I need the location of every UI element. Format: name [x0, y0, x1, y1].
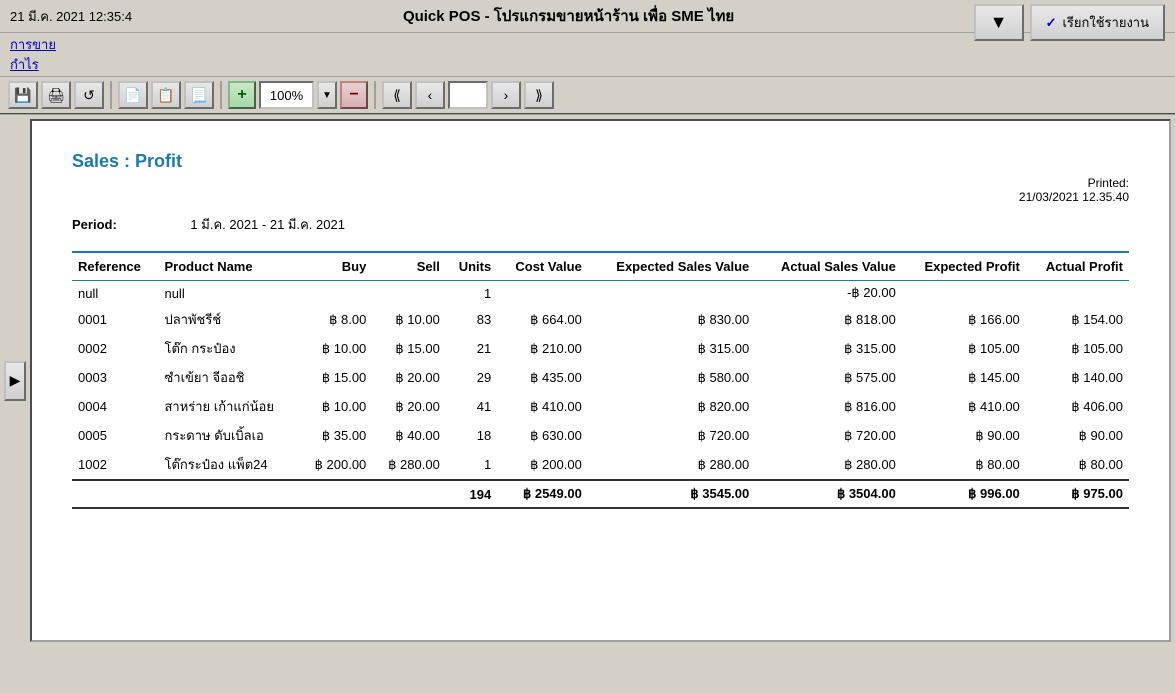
total-units: 194 — [446, 480, 497, 508]
period-value: 1 มี.ค. 2021 - 21 มี.ค. 2021 — [190, 217, 345, 232]
total-label — [72, 480, 446, 508]
refresh-icon: ↺ — [83, 87, 95, 104]
table-row: nullnull1-฿ 20.00 — [72, 281, 1129, 306]
table-row: 0003ซำเข้ยา จีออชิ฿ 15.00฿ 20.0029฿ 435.… — [72, 363, 1129, 392]
nav-last-button[interactable]: ⟫ — [524, 81, 554, 109]
period-label: Period: — [72, 217, 117, 232]
page-number-input[interactable] — [448, 81, 488, 109]
col-actual-profit: Actual Profit — [1026, 252, 1129, 281]
save-icon: 💾 — [14, 87, 31, 104]
total-expected-sales: ฿ 3545.00 — [588, 480, 755, 508]
col-actual-sales: Actual Sales Value — [755, 252, 902, 281]
page-icon-1: 📄 — [124, 87, 141, 104]
total-expected-profit: ฿ 996.00 — [902, 480, 1026, 508]
chevron-down-icon: ▼ — [990, 12, 1008, 33]
table-row: 0004สาหร่าย เก้าแก่น้อย฿ 10.00฿ 20.0041฿… — [72, 392, 1129, 421]
page-icon-3: 📃 — [190, 87, 207, 104]
dropdown-button[interactable]: ▼ — [974, 4, 1024, 41]
datetime: 21 มี.ค. 2021 12:35:4 — [10, 6, 132, 27]
col-units: Units — [446, 252, 497, 281]
table-row: 1002โต๊กระป๋อง แพ็ต24฿ 200.00฿ 280.001฿ … — [72, 450, 1129, 480]
total-cost-value: ฿ 2549.00 — [497, 480, 588, 508]
nav-prev-button[interactable]: ‹ — [415, 81, 445, 109]
table-row: 0002โต๊ก กระป๋อง฿ 10.00฿ 15.0021฿ 210.00… — [72, 334, 1129, 363]
check-icon: ✓ — [1046, 15, 1057, 31]
menu-item-profit[interactable]: กำไร — [10, 55, 1155, 75]
printed-label: Printed: — [1088, 176, 1129, 190]
report-table: Reference Product Name Buy Sell Units Co… — [72, 251, 1129, 509]
total-actual-sales: ฿ 3504.00 — [755, 480, 902, 508]
app-title: Quick POS - โปรแกรมขายหน้าร้าน เพื่อ SME… — [403, 4, 734, 28]
report-title: Sales : Profit — [72, 151, 1129, 172]
call-report-label: เรียกใช้รายงาน — [1062, 12, 1149, 33]
table-row: 0001ปลาพัชรีช์฿ 8.00฿ 10.0083฿ 664.00฿ 8… — [72, 305, 1129, 334]
zoom-minus-button[interactable]: − — [340, 81, 368, 109]
save-button[interactable]: 💾 — [8, 81, 38, 109]
page-icon-2: 📋 — [157, 87, 174, 104]
call-report-button[interactable]: ✓ ✓ เรียกใช้รายงาน เรียกใช้รายงาน — [1030, 4, 1165, 41]
page-btn-1[interactable]: 📄 — [118, 81, 148, 109]
page-btn-2[interactable]: 📋 — [151, 81, 181, 109]
page-btn-3[interactable]: 📃 — [184, 81, 214, 109]
zoom-input[interactable] — [259, 81, 314, 109]
col-sell: Sell — [372, 252, 446, 281]
col-expected-profit: Expected Profit — [902, 252, 1026, 281]
period-row: Period: 1 มี.ค. 2021 - 21 มี.ค. 2021 — [72, 214, 1129, 235]
toolbar-separator-3 — [374, 81, 376, 109]
zoom-plus-button[interactable]: + — [228, 81, 256, 109]
refresh-button[interactable]: ↺ — [74, 81, 104, 109]
toolbar-separator-2 — [220, 81, 222, 109]
left-arrow-button[interactable]: ▶ — [4, 361, 26, 401]
printed-info: Printed: 21/03/2021 12.35.40 — [1019, 176, 1129, 204]
printed-date: 21/03/2021 12.35.40 — [1019, 190, 1129, 204]
col-buy: Buy — [299, 252, 373, 281]
col-product-name: Product Name — [158, 252, 298, 281]
toolbar-separator-1 — [110, 81, 112, 109]
col-expected-sales: Expected Sales Value — [588, 252, 755, 281]
zoom-dropdown-button[interactable]: ▼ — [317, 81, 337, 109]
col-reference: Reference — [72, 252, 158, 281]
col-cost-value: Cost Value — [497, 252, 588, 281]
nav-first-button[interactable]: ⟪ — [382, 81, 412, 109]
table-row: 0005กระดาษ ดับเบิ้ลเอ฿ 35.00฿ 40.0018฿ 6… — [72, 421, 1129, 450]
nav-next-button[interactable]: › — [491, 81, 521, 109]
total-actual-profit: ฿ 975.00 — [1026, 480, 1129, 508]
print-icon: 🖨 — [47, 87, 65, 104]
print-button[interactable]: 🖨 — [41, 81, 71, 109]
left-arrow-icon: ▶ — [10, 372, 21, 389]
